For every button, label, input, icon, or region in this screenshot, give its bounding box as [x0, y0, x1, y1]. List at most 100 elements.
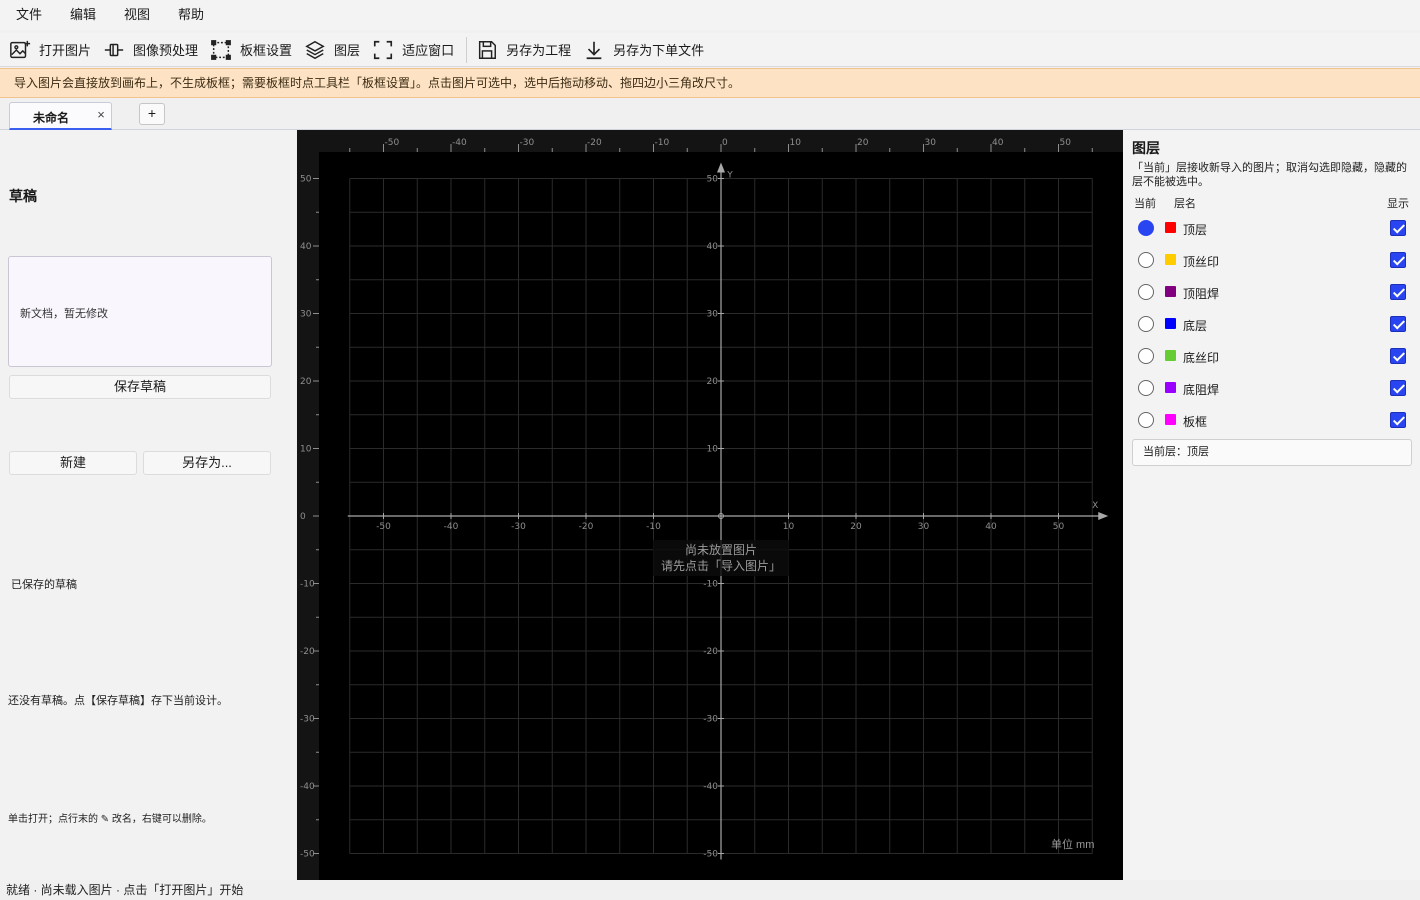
left-ruler-label: -40 [300, 782, 315, 792]
y-axis-tick-label: 20 [707, 377, 719, 387]
x-axis-tick-label: 40 [985, 522, 997, 532]
y-axis-tick-label: 50 [707, 175, 719, 185]
layer-visible-checkbox[interactable] [1390, 220, 1406, 236]
menu-view[interactable]: 视图 [110, 0, 164, 30]
tab-label: 未命名 [33, 111, 70, 125]
layer-name: 底阻焊 [1183, 383, 1220, 397]
layer-name: 底层 [1183, 319, 1208, 333]
layer-color-swatch [1165, 382, 1176, 393]
x-axis-arrow [1098, 512, 1109, 520]
left-ruler-label: 40 [300, 242, 312, 252]
drafts-tip-text: 单击打开；点行末的 ✎ 改名，右键可以删除。 [8, 814, 212, 825]
x-axis-tick-label: 30 [918, 522, 930, 532]
layer-row[interactable]: 底丝印 [1123, 340, 1420, 372]
no-drafts-text: 还没有草稿。点【保存草稿】存下当前设计。 [8, 695, 228, 707]
left-ruler-label: -30 [300, 715, 315, 725]
save-project-button[interactable]: 另存为工程 [473, 36, 578, 64]
unit-label: 单位 mm [1051, 839, 1095, 851]
left-ruler-label: 10 [300, 445, 312, 455]
layers-title: 图层 [1132, 140, 1160, 156]
left-ruler-label: -10 [300, 580, 315, 590]
layer-row[interactable]: 顶层 [1123, 212, 1420, 244]
current-layer-radio[interactable] [1138, 412, 1154, 428]
layer-row[interactable]: 顶阻焊 [1123, 276, 1420, 308]
toolbar-separator [466, 36, 468, 63]
top-ruler-label: -10 [655, 138, 670, 148]
layer-visible-checkbox[interactable] [1390, 284, 1406, 300]
download-icon [582, 38, 606, 62]
draft-status-text: 新文档，暂无修改 [20, 308, 108, 320]
top-ruler-label: 0 [722, 138, 728, 148]
x-axis-tick-label: -30 [511, 522, 526, 532]
current-layer-radio[interactable] [1138, 252, 1154, 268]
preprocess-label: 图像预处理 [133, 43, 199, 58]
layers-label: 图层 [334, 43, 361, 58]
layer-row[interactable]: 顶丝印 [1123, 244, 1420, 276]
fit-window-button[interactable]: 适应窗口 [369, 36, 461, 64]
y-axis-tick-label: -40 [703, 782, 718, 792]
x-axis-tick-label: 20 [850, 522, 862, 532]
y-axis-tick-label: -10 [703, 580, 718, 590]
left-ruler-label: 50 [300, 175, 312, 185]
layers-panel: 图层 「当前」层接收新导入的图片；取消勾选即隐藏，隐藏的层不能被选中。 当前 层… [1123, 130, 1420, 880]
document-tab[interactable]: 未命名 × [9, 102, 112, 130]
layer-visible-checkbox[interactable] [1390, 348, 1406, 364]
layers-button[interactable]: 图层 [301, 36, 367, 64]
top-ruler-label: 10 [790, 138, 802, 148]
layer-visible-checkbox[interactable] [1390, 252, 1406, 268]
board-settings-button[interactable]: 板框设置 [207, 36, 299, 64]
x-axis-tick-label: -10 [646, 522, 661, 532]
tab-bar: 未命名 × + [0, 98, 1420, 130]
top-ruler-label: -50 [385, 138, 400, 148]
col-show-header: 显示 [1387, 198, 1409, 210]
layer-color-swatch [1165, 414, 1176, 425]
top-ruler-label: 40 [992, 138, 1004, 148]
top-ruler-label: 50 [1060, 138, 1072, 148]
add-tab-button[interactable]: + [139, 103, 165, 125]
menu-edit[interactable]: 编辑 [56, 0, 110, 30]
y-axis-arrow [717, 162, 725, 173]
layer-row[interactable]: 底层 [1123, 308, 1420, 340]
x-axis-tick-label: -50 [376, 522, 391, 532]
x-axis-tick-label: -20 [579, 522, 594, 532]
top-ruler-label: -40 [452, 138, 467, 148]
top-ruler-label: -20 [587, 138, 602, 148]
board-frame-icon [209, 38, 233, 62]
new-button[interactable]: 新建 [9, 451, 137, 475]
layer-row[interactable]: 板框 [1123, 404, 1420, 436]
save-order-button[interactable]: 另存为下单文件 [580, 36, 711, 64]
col-name-header: 层名 [1174, 198, 1196, 210]
layer-visible-checkbox[interactable] [1390, 380, 1406, 396]
drafts-panel: 草稿 新文档，暂无修改 保存草稿 新建 另存为... 已保存的草稿 还没有草稿。… [0, 130, 296, 880]
layer-color-swatch [1165, 350, 1176, 361]
current-layer-indicator: 当前层：顶层 [1132, 439, 1412, 466]
save-as-button[interactable]: 另存为... [143, 451, 271, 475]
layers-icon [303, 38, 327, 62]
overlay-line-1: 尚未放置图片 [684, 543, 757, 557]
save-project-label: 另存为工程 [506, 43, 572, 58]
preprocess-button[interactable]: 图像预处理 [100, 36, 205, 64]
current-layer-radio[interactable] [1138, 220, 1154, 236]
layer-color-swatch [1165, 222, 1176, 233]
status-bar: 就绪 · 尚未载入图片 · 点击「打开图片」开始 [0, 880, 1420, 900]
save-draft-button[interactable]: 保存草稿 [9, 375, 271, 399]
draft-status-box: 新文档，暂无修改 [8, 256, 272, 367]
current-layer-radio[interactable] [1138, 316, 1154, 332]
current-layer-radio[interactable] [1138, 380, 1154, 396]
layer-visible-checkbox[interactable] [1390, 316, 1406, 332]
current-layer-radio[interactable] [1138, 284, 1154, 300]
layer-visible-checkbox[interactable] [1390, 412, 1406, 428]
layer-row[interactable]: 底阻焊 [1123, 372, 1420, 404]
design-canvas[interactable]: X Y -50 -50 -50 -50 -40 -40 -40 -40 -30 -30 -30 -30 -2… [297, 130, 1123, 880]
menu-file[interactable]: 文件 [2, 0, 56, 30]
menu-help[interactable]: 帮助 [164, 0, 218, 30]
layer-name: 底丝印 [1183, 351, 1220, 365]
close-icon[interactable]: × [94, 108, 108, 122]
x-axis-tick-label: 10 [783, 522, 795, 532]
current-layer-radio[interactable] [1138, 348, 1154, 364]
open-image-button[interactable]: 打开图片 [6, 36, 98, 64]
top-ruler-label: 20 [857, 138, 869, 148]
y-axis-tick-label: 30 [707, 310, 719, 320]
top-ruler-label: -30 [520, 138, 535, 148]
notice-banner: 导入图片会直接放到画布上，不生成板框；需要板框时点工具栏「板框设置」。点击图片可… [0, 68, 1420, 98]
